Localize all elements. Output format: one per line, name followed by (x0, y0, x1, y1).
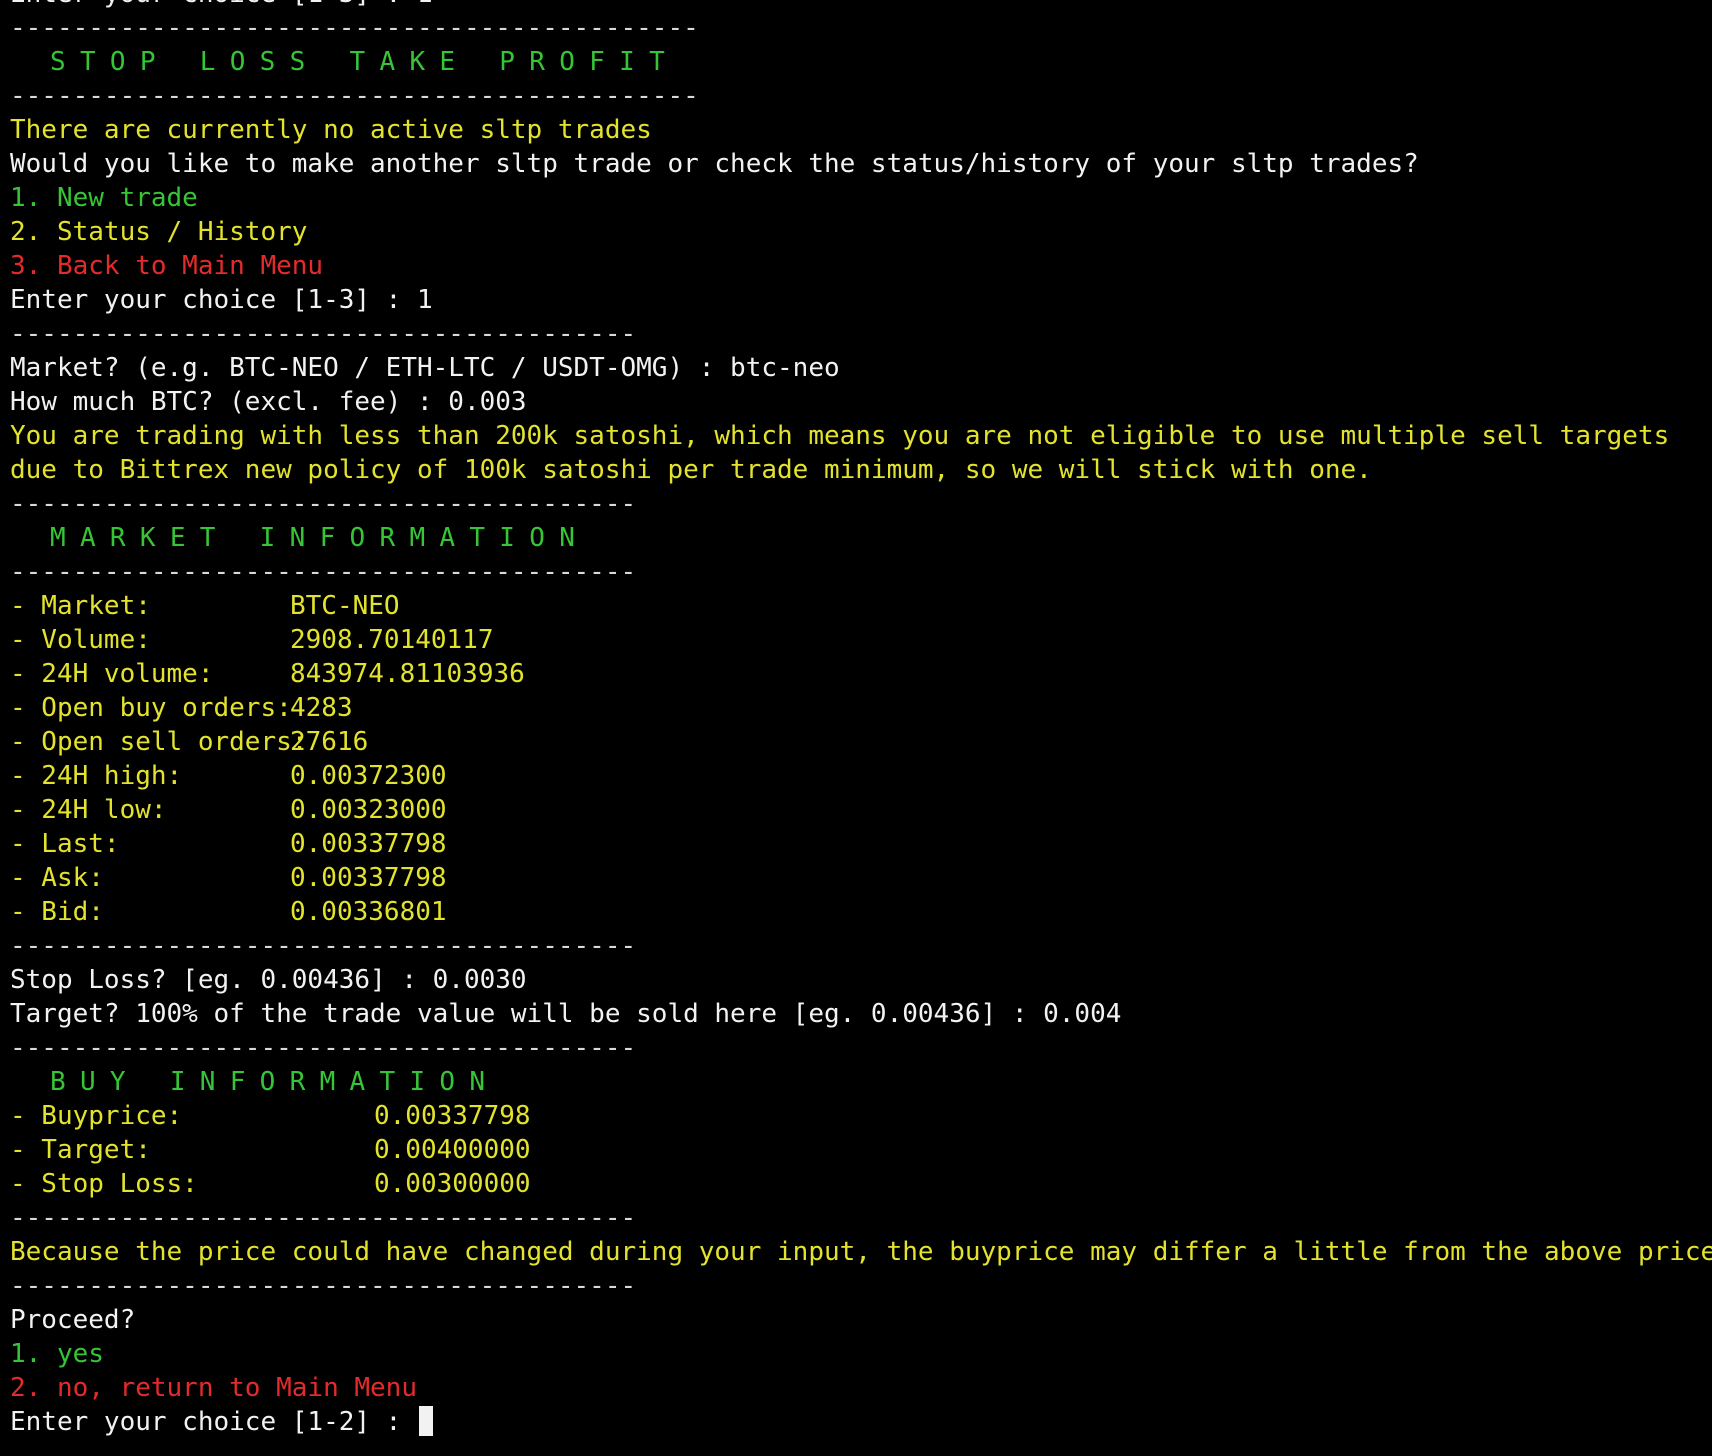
proceed-option-no: 2. no, return to Main Menu (10, 1373, 417, 1403)
market-info-value: 843974.81103936 (290, 659, 525, 689)
separator: ---------------------------------------- (10, 489, 637, 519)
buy-info-key: - Buyprice: (10, 1101, 183, 1131)
menu-option-status-history: 2. Status / History (10, 217, 308, 247)
menu-option-back-to-main-menu: 3. Back to Main Menu (10, 251, 324, 281)
separator: ---------------------------------------- (10, 557, 637, 587)
separator: ---------------------------------------- (10, 931, 637, 961)
market-info-value: 0.00337798 (290, 863, 447, 893)
terminal-line-top-partial: Enter your choice [1-3] : 1 (10, 0, 1710, 11)
price-change-notice: Because the price could have changed dur… (10, 1237, 1712, 1267)
market-info-row: - 24H high: 0.00372300 (10, 759, 1710, 793)
separator: ---------------------------------------- (10, 1033, 637, 1063)
buy-info-list: - Buyprice: 0.00337798 - Target: 0.0040000… (10, 1099, 1710, 1201)
market-info-row: - Open buy orders:4283 (10, 691, 1710, 725)
market-info-row: - Market: BTC-NEO (10, 589, 1710, 623)
market-info-row: - Bid: 0.00336801 (10, 895, 1710, 929)
market-info-value: 0.00323000 (290, 795, 447, 825)
satoshi-warning-text: You are trading with less than 200k sato… (10, 421, 1685, 485)
proceed-question: Proceed? (10, 1305, 136, 1335)
market-info-key: - Last: (10, 829, 120, 859)
terminal-window[interactable]: Enter your choice [1-3] : 1 ------------… (10, 0, 1712, 1439)
buy-info-key: - Stop Loss: (10, 1169, 198, 1199)
heading-stop-loss-take-profit: STOP LOSS TAKE PROFIT (50, 47, 680, 77)
market-info-value: 0.00372300 (290, 761, 447, 791)
market-info-list: - Market: BTC-NEO - Volume: 2908.70140117 … (10, 589, 1710, 929)
buy-info-value: 0.00337798 (374, 1101, 531, 1131)
market-info-value: 2908.70140117 (290, 625, 494, 655)
market-info-value: 4283 (290, 693, 353, 723)
market-info-key: - Open buy orders: (10, 693, 292, 723)
market-info-value: 0.00337798 (290, 829, 447, 859)
market-info-row: - Volume: 2908.70140117 (10, 623, 1710, 657)
buy-info-row: - Stop Loss: 0.00300000 (10, 1167, 1710, 1201)
market-info-row: - Last: 0.00337798 (10, 827, 1710, 861)
market-info-key: - 24H high: (10, 761, 183, 791)
market-info-row: - Open sell orders:27616 (10, 725, 1710, 759)
market-info-key: - 24H low: (10, 795, 167, 825)
separator: ---------------------------------------- (10, 1203, 637, 1233)
market-info-key: - Market: (10, 591, 151, 621)
market-info-value: BTC-NEO (290, 591, 400, 621)
target-prompt: Target? 100% of the trade value will be … (10, 999, 1122, 1029)
text-cursor[interactable] (419, 1406, 433, 1436)
separator: ----------------------------------------… (10, 13, 699, 43)
proceed-option-yes: 1. yes (10, 1339, 104, 1369)
menu-option-new-trade: 1. New trade (10, 183, 198, 213)
stop-loss-prompt: Stop Loss? [eg. 0.00436] : 0.0030 (10, 965, 527, 995)
market-info-key: - Ask: (10, 863, 104, 893)
separator: ----------------------------------------… (10, 81, 699, 111)
no-active-trades-text: There are currently no active sltp trade… (10, 115, 652, 145)
market-info-value: 27616 (290, 727, 369, 757)
market-info-row: - Ask: 0.00337798 (10, 861, 1710, 895)
buy-info-value: 0.00300000 (374, 1169, 531, 1199)
btc-amount-prompt: How much BTC? (excl. fee) : 0.003 (10, 387, 527, 417)
choice-prompt-1-2: Enter your choice [1-2] : (10, 1407, 417, 1437)
separator: ---------------------------------------- (10, 319, 637, 349)
buy-info-key: - Target: (10, 1135, 151, 1165)
heading-buy-information: BUY INFORMATION (50, 1067, 500, 1097)
heading-market-information: MARKET INFORMATION (50, 523, 590, 553)
market-info-value: 0.00336801 (290, 897, 447, 927)
market-info-key: - Bid: (10, 897, 104, 927)
buy-info-row: - Buyprice: 0.00337798 (10, 1099, 1710, 1133)
sltp-question-text: Would you like to make another sltp trad… (10, 149, 1419, 179)
market-info-key: - 24H volume: (10, 659, 214, 689)
buy-info-row: - Target: 0.00400000 (10, 1133, 1710, 1167)
choice-prompt-1-2-line[interactable]: Enter your choice [1-2] : (10, 1405, 1710, 1439)
market-info-key: - Open sell orders: (10, 727, 308, 757)
choice-prompt-1-3: Enter your choice [1-3] : 1 (10, 285, 433, 315)
buy-info-value: 0.00400000 (374, 1135, 531, 1165)
market-info-row: - 24H volume: 843974.81103936 (10, 657, 1710, 691)
market-info-row: - 24H low: 0.00323000 (10, 793, 1710, 827)
market-info-key: - Volume: (10, 625, 151, 655)
separator: ---------------------------------------- (10, 1271, 637, 1301)
market-prompt: Market? (e.g. BTC-NEO / ETH-LTC / USDT-O… (10, 353, 840, 383)
